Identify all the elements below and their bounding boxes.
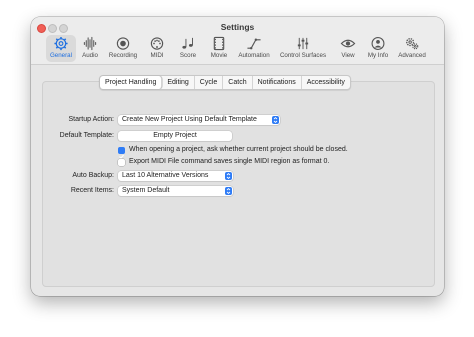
waveform-icon — [83, 36, 97, 51]
toolbar-item-movie[interactable]: Movie — [206, 35, 232, 62]
tab-accessibility[interactable]: Accessibility — [302, 76, 350, 89]
tab-project-handling[interactable]: Project Handling — [100, 76, 163, 89]
export-midi-format0-label: Export MIDI File command saves single MI… — [129, 158, 330, 165]
gear-icon — [54, 36, 68, 51]
auto-backup-label: Auto Backup: — [72, 172, 114, 179]
recent-items-popup[interactable]: System Default — [118, 186, 233, 196]
toolbar-label-automation: Automation — [238, 52, 270, 59]
toolbar-label-my-info: My Info — [367, 52, 389, 59]
toolbar-label-audio: Audio — [82, 52, 98, 59]
toolbar-label-midi: MIDI — [150, 52, 164, 59]
person-icon — [371, 37, 385, 50]
midi-port-icon — [150, 37, 164, 50]
auto-backup-value: Last 10 Alternative Versions — [122, 172, 209, 179]
tab-editing[interactable]: Editing — [162, 76, 195, 89]
toolbar-label-recording: Recording — [108, 52, 138, 59]
toolbar-label-score: Score — [179, 52, 197, 59]
toolbar-label-control-surfaces: Control Surfaces — [279, 52, 327, 59]
toolbar-item-score[interactable]: Score — [175, 35, 201, 62]
default-template-label: Default Template: — [59, 132, 114, 139]
export-midi-format0-checkbox[interactable] — [118, 159, 125, 166]
toolbar-item-automation[interactable]: Automation — [235, 35, 273, 62]
ask-close-project-label: When opening a project, ask whether curr… — [129, 146, 348, 153]
recent-items-value: System Default — [122, 187, 170, 194]
toolbar-item-advanced[interactable]: Advanced — [395, 35, 429, 62]
startup-action-value: Create New Project Using Default Templat… — [122, 116, 257, 123]
toolbar-item-audio[interactable]: Audio — [78, 35, 102, 62]
empty-project-button[interactable]: Empty Project — [118, 131, 232, 141]
eye-icon — [340, 39, 356, 48]
titlebar: Settings General Audio Recording MIDI Sc… — [31, 17, 444, 65]
tab-notifications[interactable]: Notifications — [253, 76, 302, 89]
record-icon — [116, 37, 130, 50]
project-handling-panel: Startup Action: Create New Project Using… — [42, 81, 435, 287]
recent-items-label: Recent Items: — [70, 187, 114, 194]
window-title: Settings — [220, 22, 255, 32]
settings-window: Settings General Audio Recording MIDI Sc… — [31, 17, 444, 296]
startup-action-label: Startup Action: — [68, 116, 114, 123]
toolbar-item-my-info[interactable]: My Info — [364, 35, 392, 62]
ask-close-project-checkbox[interactable] — [118, 147, 125, 159]
popup-chevron-icon — [225, 187, 232, 195]
faders-icon — [297, 37, 309, 50]
popup-chevron-icon — [272, 116, 279, 124]
popup-chevron-icon — [225, 172, 232, 180]
startup-action-popup[interactable]: Create New Project Using Default Templat… — [118, 115, 280, 125]
tab-cycle[interactable]: Cycle — [195, 76, 224, 89]
toolbar-label-general: General — [49, 52, 72, 59]
toolbar-item-midi[interactable]: MIDI — [145, 35, 169, 62]
automation-curve-icon — [247, 38, 261, 50]
toolbar-label-advanced: Advanced — [398, 52, 426, 59]
settings-tab-bar: Project Handling Editing Cycle Catch Not… — [99, 75, 351, 90]
tab-catch[interactable]: Catch — [223, 76, 253, 89]
toolbar-item-general[interactable]: General — [46, 35, 76, 62]
auto-backup-popup[interactable]: Last 10 Alternative Versions — [118, 171, 233, 181]
music-notes-icon — [182, 37, 193, 49]
toolbar-item-control-surfaces[interactable]: Control Surfaces — [276, 35, 330, 62]
toolbar-label-view: View — [341, 52, 355, 59]
toolbar-item-view[interactable]: View — [336, 35, 360, 62]
toolbar-item-recording[interactable]: Recording — [106, 35, 140, 62]
toolbar-label-movie: Movie — [210, 52, 228, 59]
film-icon — [213, 36, 225, 51]
gears-icon — [406, 38, 419, 50]
